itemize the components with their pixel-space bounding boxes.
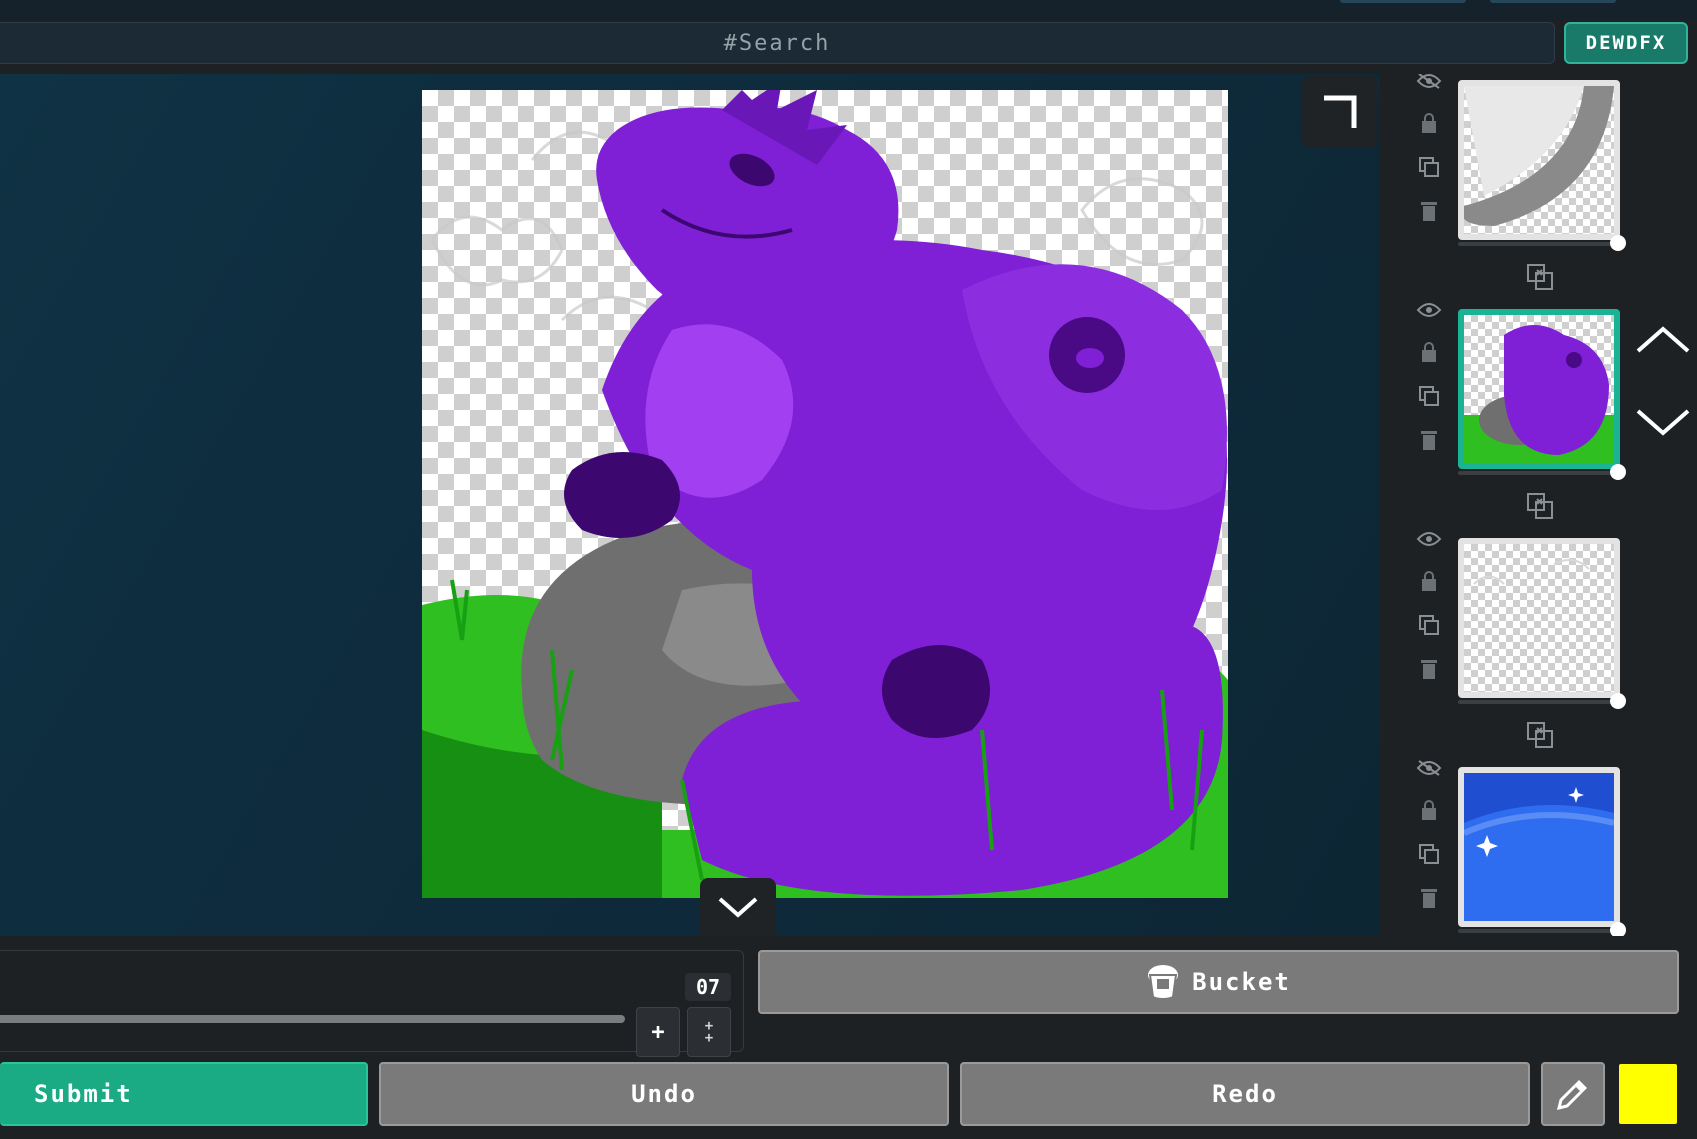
merge-layer-button[interactable]	[1523, 260, 1557, 294]
layer-thumbnail[interactable]	[1458, 767, 1620, 927]
search-input[interactable]	[0, 23, 1554, 63]
user-button[interactable]: DEWDFX	[1564, 22, 1688, 64]
chevron-down-icon	[1636, 409, 1690, 436]
corner-expand-icon	[1324, 95, 1357, 128]
tail-spot-inner	[1076, 348, 1104, 368]
creature-head	[596, 107, 899, 326]
visibility-icon[interactable]	[1416, 526, 1442, 552]
layer-item[interactable]	[1380, 532, 1697, 761]
move-layer-up-button[interactable]	[1632, 318, 1694, 362]
creature-paw	[564, 452, 680, 538]
layer-opacity-slider[interactable]	[1458, 464, 1626, 480]
duplicate-icon[interactable]	[1416, 383, 1442, 409]
undo-button[interactable]: Undo	[379, 1062, 949, 1126]
chevron-down-icon	[718, 897, 758, 918]
trash-icon[interactable]	[1416, 198, 1442, 224]
tool-label: Bucket	[1192, 968, 1291, 996]
increase-size-more-button[interactable]: + +	[687, 1007, 731, 1057]
chevron-up-icon	[1636, 326, 1690, 353]
visibility-off-icon[interactable]	[1416, 74, 1442, 94]
bottom-toolbar: 07 + + + Bucket Submit Undo Redo	[0, 936, 1697, 1139]
lock-icon[interactable]	[1416, 110, 1442, 136]
merge-layer-button[interactable]	[1523, 718, 1557, 752]
layer-thumbnail[interactable]	[1458, 538, 1620, 698]
slider-knob[interactable]	[1610, 235, 1626, 251]
drawing-canvas[interactable]	[422, 90, 1228, 898]
merge-icon	[1527, 264, 1553, 290]
merge-icon	[1527, 722, 1553, 748]
search-bar	[0, 22, 1555, 64]
brush-size-slider[interactable]	[0, 1015, 626, 1023]
layer-thumbnail[interactable]	[1458, 80, 1620, 240]
move-layer-down-button[interactable]	[1632, 400, 1694, 444]
merge-icon	[1527, 493, 1553, 519]
artwork	[422, 90, 1228, 898]
submit-button[interactable]: Submit	[0, 1062, 368, 1126]
slider-knob[interactable]	[1610, 464, 1626, 480]
merge-layer-button[interactable]	[1523, 489, 1557, 523]
slider-knob[interactable]	[1610, 693, 1626, 709]
trash-icon[interactable]	[1416, 427, 1442, 453]
top-strip	[0, 0, 1697, 20]
layer-opacity-slider[interactable]	[1458, 922, 1626, 936]
trash-icon[interactable]	[1416, 656, 1442, 682]
layer-item[interactable]	[1380, 760, 1697, 936]
brush-size-value: 07	[685, 973, 731, 1001]
fullscreen-button[interactable]	[1302, 76, 1378, 148]
top-tab[interactable]	[1340, 0, 1466, 3]
layer-thumbnail[interactable]	[1458, 309, 1620, 469]
visibility-icon[interactable]	[1416, 297, 1442, 323]
bucket-icon	[1148, 965, 1179, 1000]
layer-opacity-slider[interactable]	[1458, 235, 1626, 251]
eyedropper-icon	[1556, 1080, 1587, 1111]
top-tab[interactable]	[1490, 0, 1616, 3]
redo-button[interactable]: Redo	[960, 1062, 1530, 1126]
duplicate-icon[interactable]	[1416, 841, 1442, 867]
lock-icon[interactable]	[1416, 797, 1442, 823]
creature-back-paw	[882, 645, 990, 738]
layer-item[interactable]	[1380, 74, 1697, 303]
lock-icon[interactable]	[1416, 339, 1442, 365]
layers-panel	[1380, 74, 1697, 936]
drawing-stage	[0, 74, 1380, 936]
duplicate-icon[interactable]	[1416, 154, 1442, 180]
layer-opacity-slider[interactable]	[1458, 693, 1626, 709]
increase-size-button[interactable]: +	[636, 1007, 680, 1057]
plus-bottom-label: +	[704, 1030, 714, 1046]
trash-icon[interactable]	[1416, 885, 1442, 911]
tool-select-button[interactable]: Bucket	[758, 950, 1679, 1014]
eyedropper-button[interactable]	[1541, 1062, 1605, 1126]
lock-icon[interactable]	[1416, 568, 1442, 594]
duplicate-icon[interactable]	[1416, 612, 1442, 638]
current-color-swatch[interactable]	[1617, 1062, 1679, 1126]
collapse-toolbar-button[interactable]	[700, 878, 776, 936]
brush-size-panel: 07 + + +	[0, 950, 744, 1057]
slider-knob[interactable]	[1610, 922, 1626, 936]
visibility-off-icon[interactable]	[1416, 755, 1442, 781]
